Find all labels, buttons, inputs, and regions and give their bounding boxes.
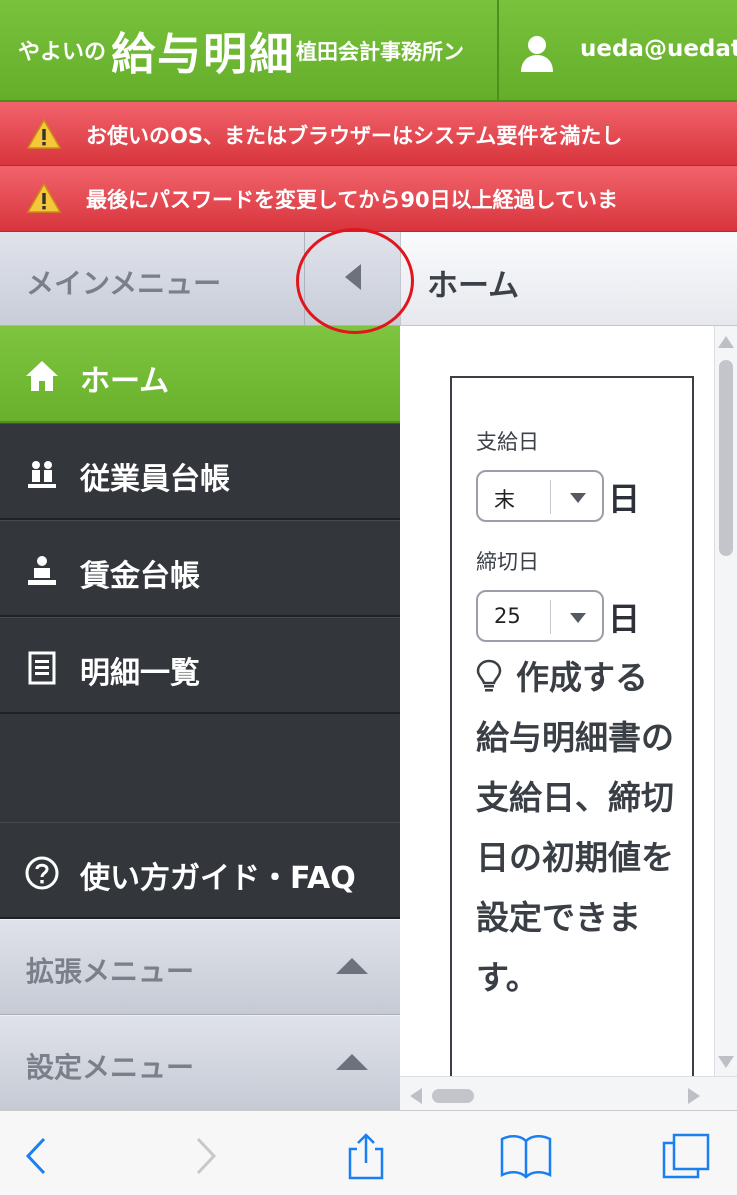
app-header: やよいの 給与明細 植田会計事務所ン ueda@uedat — [0, 0, 737, 102]
employees-icon — [28, 461, 56, 488]
user-icon[interactable] — [520, 34, 554, 74]
alert-system-requirements[interactable]: お使いのOS、またはブラウザーはシステム要件を満たし — [0, 102, 737, 166]
pay-day-label: 支給日 — [476, 430, 539, 454]
chevron-down-icon — [570, 613, 586, 623]
annotation-circle — [296, 228, 414, 334]
sidebar-header: メインメニュー — [0, 232, 304, 326]
browser-toolbar — [0, 1110, 737, 1195]
cutoff-select[interactable]: 25 — [476, 590, 604, 642]
scroll-up-icon[interactable] — [718, 336, 734, 348]
app-logo[interactable]: やよいの 給与明細 — [18, 18, 295, 82]
chevron-down-icon — [570, 493, 586, 503]
user-email[interactable]: ueda@uedat — [580, 36, 737, 62]
bookmarks-icon[interactable] — [498, 1131, 554, 1181]
pay-day-value: 末 — [494, 488, 515, 512]
forward-icon[interactable] — [178, 1131, 234, 1181]
sidebar-item-home[interactable]: ホーム — [0, 326, 400, 423]
page-title: ホーム — [427, 268, 520, 304]
payday-settings-card: 支給日 末 日 締切日 25 日 作成する給与明細書の支給日、締切日の初期値を設… — [450, 376, 694, 1136]
chevron-up-icon — [336, 958, 368, 974]
main-content: 支給日 末 日 締切日 25 日 作成する給与明細書の支給日、締切日の初期値を設… — [400, 326, 737, 1136]
extended-menu-header[interactable]: 拡張メニュー — [0, 919, 400, 1015]
tabs-icon[interactable] — [658, 1131, 714, 1181]
wage-ledger-icon — [28, 556, 56, 585]
sidebar-item-label: 従業員台帳 — [80, 462, 230, 497]
sidebar-menu: ホーム 従業員台帳 賃金台帳 明細一覧 使い方ガイド・FAQ 拡張メニュー 設定… — [0, 326, 400, 1111]
logo-big-text: 給与明細 — [111, 29, 296, 80]
back-icon[interactable] — [10, 1131, 66, 1181]
sidebar-item-wage-ledger[interactable]: 賃金台帳 — [0, 520, 400, 617]
settings-menu-header[interactable]: 設定メニュー — [0, 1015, 400, 1111]
pay-day-unit: 日 — [608, 480, 641, 518]
sidebar-item-guide-faq[interactable]: 使い方ガイド・FAQ — [0, 822, 400, 919]
sidebar-title: メインメニュー — [26, 267, 222, 300]
sidebar-item-label: 明細一覧 — [80, 656, 200, 691]
share-icon[interactable] — [338, 1131, 394, 1181]
header-divider — [497, 0, 499, 100]
scroll-left-icon[interactable] — [410, 1088, 422, 1104]
sidebar-item-statement-list[interactable]: 明細一覧 — [0, 617, 400, 714]
cutoff-unit: 日 — [608, 600, 641, 638]
horizontal-scrollbar[interactable] — [400, 1076, 737, 1110]
sidebar-item-employees[interactable]: 従業員台帳 — [0, 423, 400, 520]
alert-text: 最後にパスワードを変更してから90日以上経過していま — [86, 188, 618, 212]
cutoff-label: 締切日 — [476, 550, 539, 574]
lightbulb-icon — [476, 659, 502, 692]
scrollbar-thumb[interactable] — [719, 360, 733, 556]
alert-text: お使いのOS、またはブラウザーはシステム要件を満たし — [86, 124, 623, 148]
cutoff-value: 25 — [494, 604, 521, 628]
sidebar-item-label: 使い方ガイド・FAQ — [80, 861, 356, 896]
sidebar-item-label: 賃金台帳 — [80, 559, 200, 594]
scroll-right-icon[interactable] — [688, 1088, 700, 1104]
vertical-scrollbar[interactable] — [714, 326, 737, 1076]
select-separator — [550, 480, 551, 514]
logo-small-text: やよいの — [18, 40, 107, 65]
scrollbar-thumb[interactable] — [432, 1089, 474, 1103]
home-icon — [26, 361, 58, 391]
main-header: ホーム — [400, 232, 737, 326]
warning-icon — [26, 182, 62, 213]
list-icon — [28, 651, 56, 685]
extended-menu-label: 拡張メニュー — [26, 955, 195, 988]
scroll-down-icon[interactable] — [718, 1056, 734, 1068]
help-icon — [25, 856, 59, 890]
select-separator — [550, 600, 551, 634]
pay-day-select[interactable]: 末 — [476, 470, 604, 522]
warning-icon — [26, 118, 62, 149]
hint-text-block: 作成する給与明細書の支給日、締切日の初期値を設定できます。 — [476, 648, 676, 1008]
chevron-up-icon — [336, 1054, 368, 1070]
sidebar-item-label: ホーム — [80, 364, 170, 399]
hint-text: 作成する給与明細書の支給日、締切日の初期値を設定できます。 — [476, 658, 674, 997]
company-name[interactable]: 植田会計事務所ン — [296, 36, 464, 66]
alert-password-expired[interactable]: 最後にパスワードを変更してから90日以上経過していま — [0, 166, 737, 232]
settings-menu-label: 設定メニュー — [26, 1051, 195, 1084]
